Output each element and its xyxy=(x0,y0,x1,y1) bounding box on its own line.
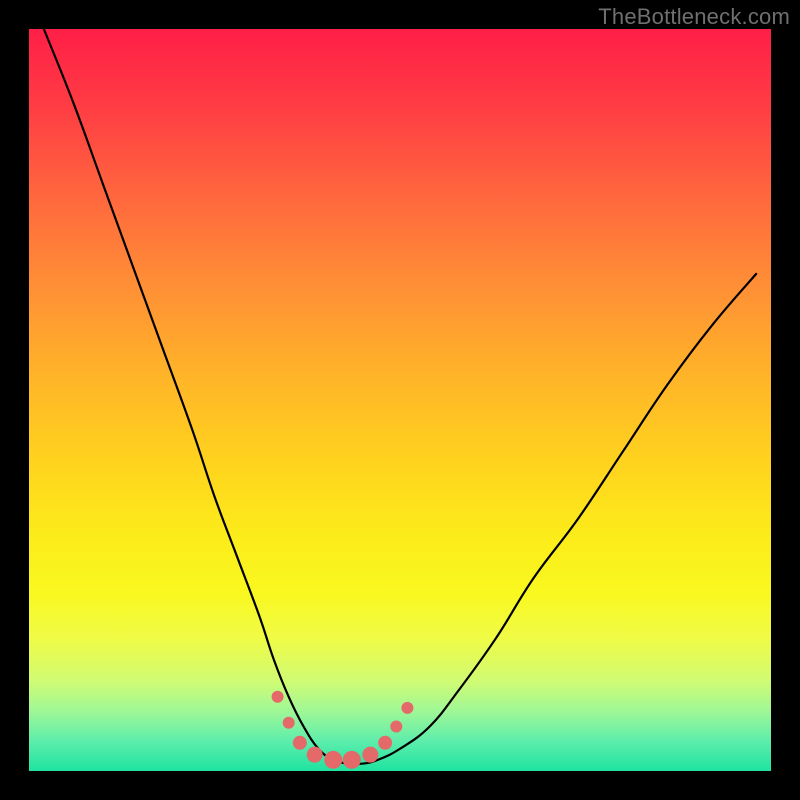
highlight-dot xyxy=(401,702,413,714)
highlight-dot xyxy=(343,751,361,769)
chart-stage: TheBottleneck.com xyxy=(0,0,800,800)
highlight-dot xyxy=(307,747,323,763)
highlight-dot xyxy=(362,747,378,763)
watermark-text: TheBottleneck.com xyxy=(598,4,790,30)
highlight-dot xyxy=(283,717,295,729)
highlight-dots xyxy=(272,691,414,769)
curve-layer xyxy=(29,29,771,771)
highlight-dot xyxy=(324,751,342,769)
highlight-dot xyxy=(272,691,284,703)
highlight-dot xyxy=(378,736,392,750)
highlight-dot xyxy=(390,720,402,732)
plot-area xyxy=(29,29,771,771)
highlight-dot xyxy=(293,736,307,750)
bottleneck-curve xyxy=(44,29,756,764)
